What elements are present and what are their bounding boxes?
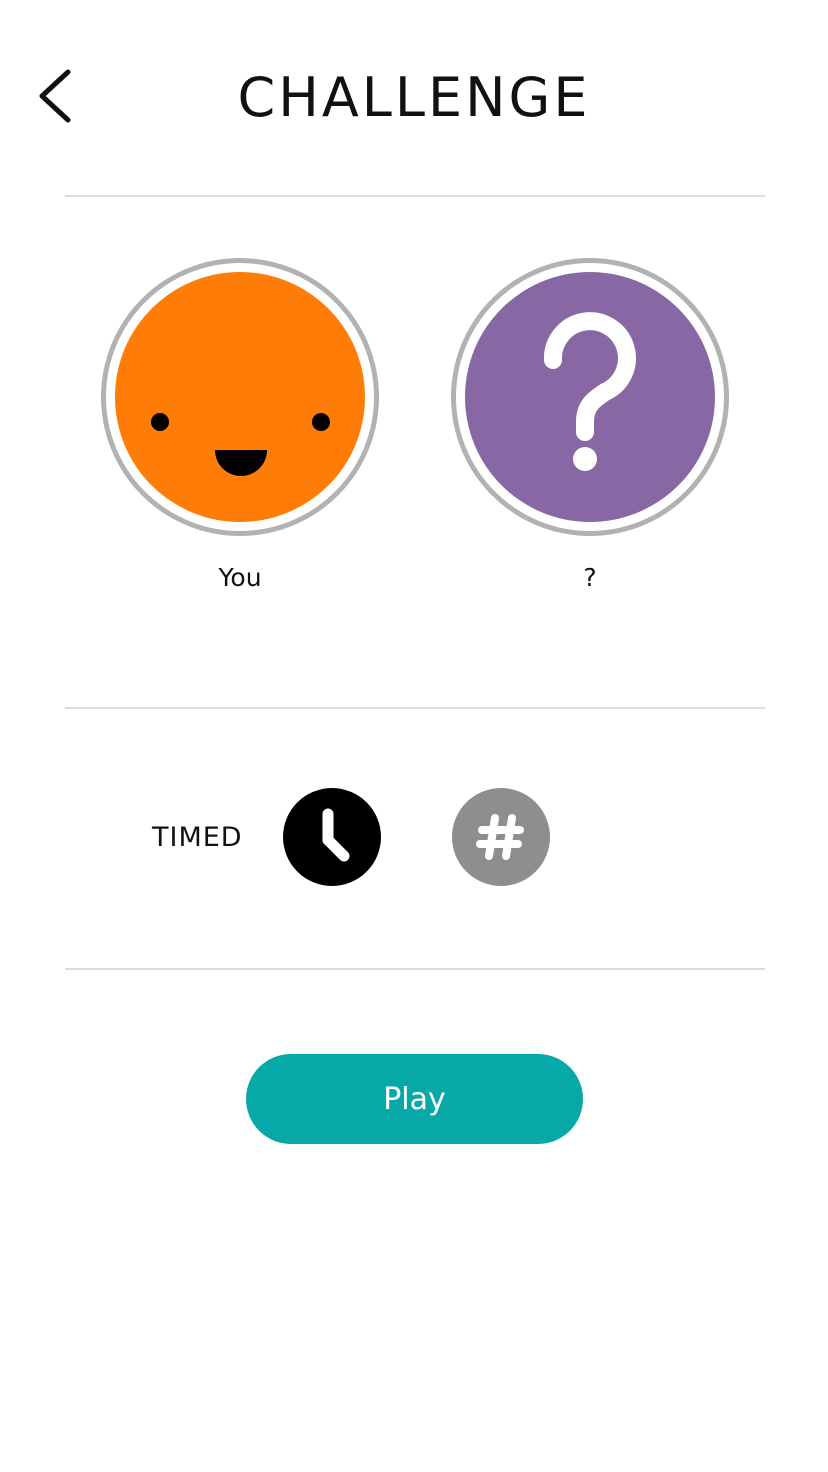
hash-icon	[476, 814, 524, 860]
divider-top	[65, 195, 765, 197]
avatar-ring	[101, 258, 379, 536]
player-label-you: You	[218, 563, 262, 592]
timed-mode-button[interactable]	[283, 788, 381, 886]
smiley-face-icon	[151, 413, 330, 476]
play-button[interactable]: Play	[246, 1054, 583, 1144]
question-mark-icon	[543, 312, 636, 471]
count-mode-button[interactable]	[452, 788, 550, 886]
player-opponent[interactable]: ?	[446, 258, 734, 594]
page-title: CHALLENGE	[237, 66, 591, 129]
avatar-ring	[451, 258, 729, 536]
player-label-opponent: ?	[583, 563, 597, 592]
mode-label: TIMED	[152, 822, 243, 853]
divider-middle	[65, 707, 765, 709]
player-you[interactable]: You	[96, 258, 384, 594]
avatar	[115, 272, 365, 522]
clock-icon	[322, 808, 350, 862]
avatar	[465, 272, 715, 522]
divider-bottom	[65, 968, 765, 970]
